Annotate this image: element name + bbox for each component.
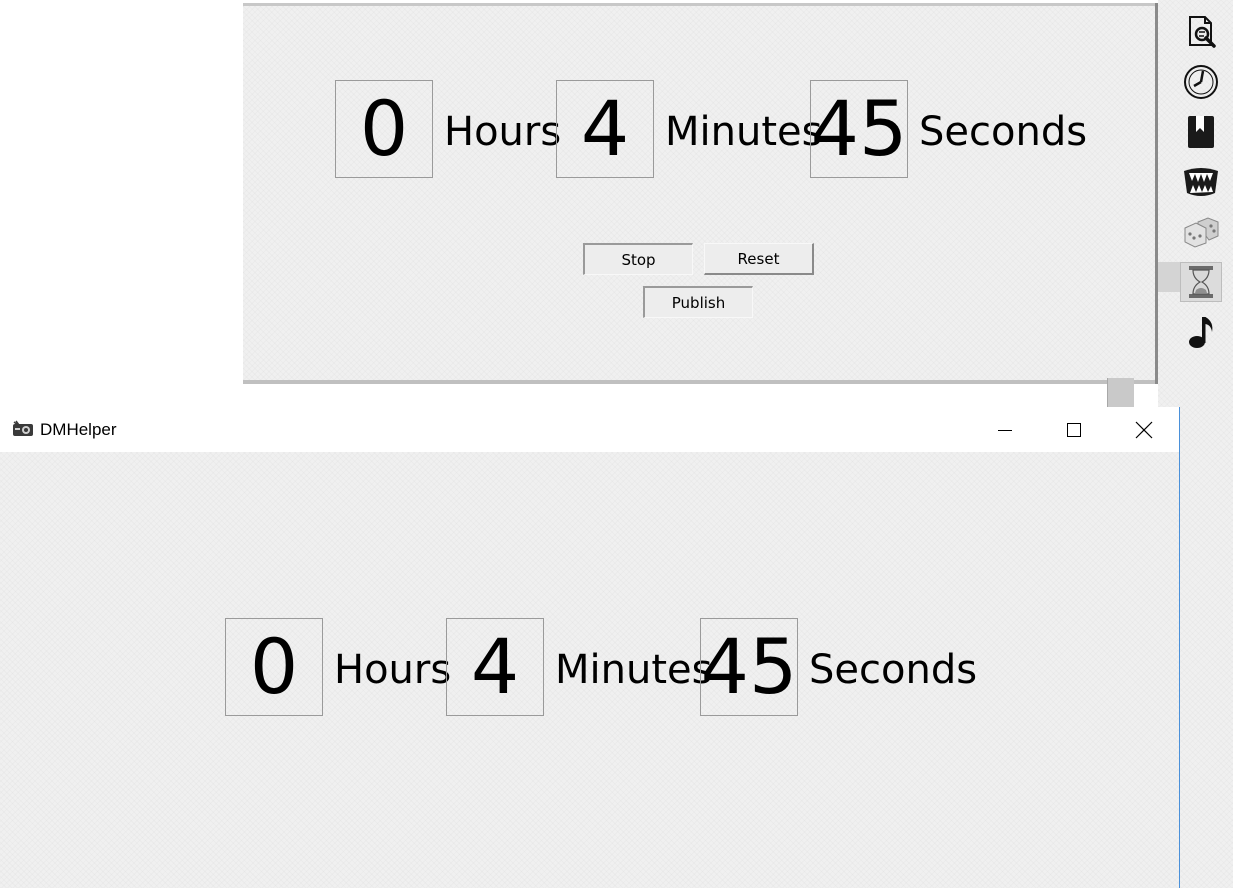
player-hours-label: Hours	[334, 647, 452, 693]
seconds-label: Seconds	[919, 109, 1088, 155]
clock-tool[interactable]	[1180, 62, 1222, 102]
search-document-icon	[1189, 16, 1216, 48]
dice-tool[interactable]	[1180, 212, 1222, 252]
minutes-value: 4	[580, 84, 630, 173]
stop-button[interactable]: Stop	[583, 243, 693, 275]
player-minutes-display: 4	[446, 618, 544, 716]
seconds-display: 45	[810, 80, 908, 178]
bookmark-tool[interactable]	[1180, 112, 1222, 152]
minimize-button[interactable]	[970, 407, 1040, 452]
minimize-icon	[998, 429, 1012, 431]
timer-tool[interactable]	[1180, 262, 1222, 302]
seconds-value: 45	[810, 84, 908, 173]
maximize-button[interactable]	[1039, 407, 1109, 452]
publish-button[interactable]: Publish	[643, 286, 753, 318]
player-window: DMHelper 0 Hours 4 Minutes 45 Seconds	[0, 407, 1180, 888]
player-seconds-label: Seconds	[809, 647, 978, 693]
window-titlebar[interactable]: DMHelper	[0, 407, 1179, 452]
hours-value: 0	[359, 84, 409, 173]
music-note-icon	[1189, 317, 1213, 348]
dice-icon	[1184, 217, 1219, 248]
player-minutes-value: 4	[470, 622, 520, 711]
hours-display: 0	[335, 80, 433, 178]
player-seconds-value: 45	[700, 622, 798, 711]
scrollbar-fragment	[1107, 378, 1134, 408]
bookmark-book-icon	[1188, 116, 1214, 148]
player-seconds-display: 45	[700, 618, 798, 716]
maximize-icon	[1067, 422, 1081, 437]
timer-panel: 0 Hours 4 Minutes 45 Seconds Stop Reset …	[243, 3, 1155, 384]
hourglass-icon	[1189, 266, 1213, 298]
search-document-tool[interactable]	[1180, 12, 1222, 52]
player-hours-display: 0	[225, 618, 323, 716]
hours-label: Hours	[444, 109, 562, 155]
monster-tool[interactable]	[1180, 162, 1222, 202]
music-tool[interactable]	[1180, 312, 1222, 352]
player-timer-area: 0 Hours 4 Minutes 45 Seconds	[0, 452, 1179, 888]
toolbar-selection-tab	[1158, 262, 1180, 292]
minutes-label: Minutes	[665, 109, 823, 155]
close-icon	[1135, 421, 1153, 438]
clock-icon	[1184, 65, 1218, 99]
monster-jaws-icon	[1184, 168, 1218, 196]
minutes-display: 4	[556, 80, 654, 178]
close-button[interactable]	[1109, 407, 1179, 452]
window-title: DMHelper	[40, 420, 117, 439]
reset-button[interactable]: Reset	[704, 243, 814, 275]
player-minutes-label: Minutes	[555, 647, 713, 693]
app-icon	[13, 420, 33, 436]
player-hours-value: 0	[249, 622, 299, 711]
